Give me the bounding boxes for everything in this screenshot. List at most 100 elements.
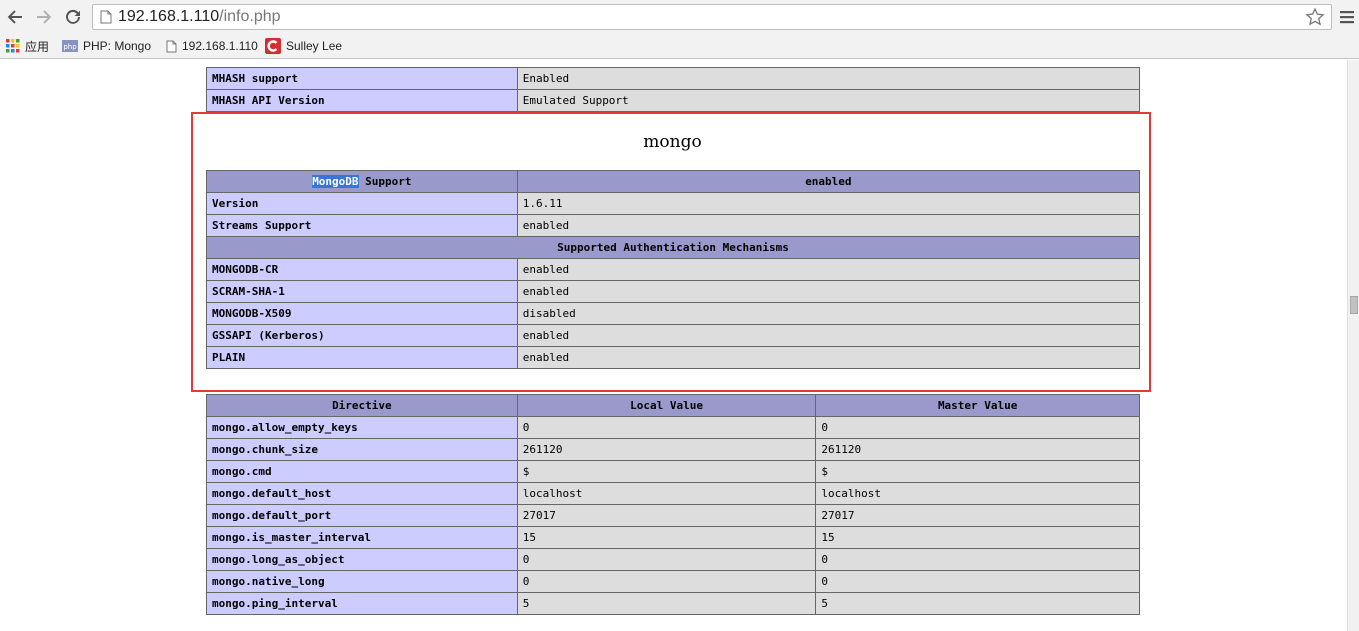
directive-name: MHASH API Version	[206, 89, 518, 112]
bookmark-php-mongo[interactable]: php PHP: Mongo	[62, 37, 151, 55]
directive-name: MONGODB-CR	[206, 258, 518, 281]
header-text: Support	[358, 175, 412, 188]
section-title-mongo: mongo	[643, 132, 702, 152]
svg-text:php: php	[63, 43, 77, 51]
browser-toolbar: 192.168.1.110/info.php	[0, 0, 1359, 34]
menu-button[interactable]	[1336, 6, 1358, 28]
forward-button[interactable]	[32, 5, 56, 29]
bookmark-ip[interactable]: 192.168.1.110	[166, 37, 258, 55]
master-value: 5	[815, 592, 1140, 615]
reload-button[interactable]	[61, 5, 85, 29]
master-value: 15	[815, 526, 1140, 549]
master-value: 261120	[815, 438, 1140, 461]
directive-value: enabled	[516, 346, 1141, 369]
header-cell: MongoDB Support	[206, 170, 518, 193]
back-arrow-icon	[7, 10, 22, 24]
directive-value: enabled	[516, 258, 1141, 281]
master-value: 0	[815, 416, 1140, 439]
table-row: mongo.cmd $ $	[206, 460, 1140, 483]
directive-name: Streams Support	[206, 214, 518, 237]
table-row: mongo.default_host localhost localhost	[206, 482, 1140, 505]
directive-name: MHASH support	[206, 67, 518, 90]
directive-name: mongo.is_master_interval	[206, 526, 518, 549]
url-text[interactable]: 192.168.1.110/info.php	[118, 7, 281, 27]
table-row: MONGODB-CR enabled	[206, 258, 1141, 281]
table-row: mongo.native_long 0 0	[206, 570, 1140, 593]
table-header-row: Directive Local Value Master Value	[206, 394, 1140, 417]
php-icon: php	[62, 40, 78, 52]
table-row: mongo.long_as_object 0 0	[206, 548, 1140, 571]
directive-name: mongo.long_as_object	[206, 548, 518, 571]
local-value: 261120	[516, 438, 817, 461]
header-directive: Directive	[206, 394, 518, 417]
header-master-value: Master Value	[815, 394, 1140, 417]
directive-name: mongo.native_long	[206, 570, 518, 593]
table-header-row: Supported Authentication Mechanisms	[206, 236, 1140, 259]
url-path: /info.php	[219, 8, 281, 25]
address-bar[interactable]: 192.168.1.110/info.php	[92, 4, 1332, 30]
c-logo-icon	[265, 38, 281, 54]
directive-name: MONGODB-X509	[206, 302, 518, 325]
local-value: $	[516, 460, 817, 483]
master-value: 0	[815, 570, 1140, 593]
auth-mechanisms-header: Supported Authentication Mechanisms	[206, 236, 1140, 259]
table-row: MHASH support Enabled	[206, 67, 1141, 90]
directive-name: mongo.default_host	[206, 482, 518, 505]
bookmark-sulley-lee[interactable]: Sulley Lee	[265, 37, 342, 55]
local-value: localhost	[516, 482, 817, 505]
master-value: 0	[815, 548, 1140, 571]
scrollbar-thumb[interactable]	[1350, 296, 1358, 314]
bookmark-apps[interactable]: 应用	[6, 37, 49, 55]
vertical-scrollbar[interactable]	[1347, 60, 1359, 631]
bookmark-star-icon[interactable]	[1305, 7, 1325, 27]
directive-name: Version	[206, 192, 518, 215]
table-row: mongo.allow_empty_keys 0 0	[206, 416, 1140, 439]
directive-value: enabled	[516, 324, 1141, 347]
master-value: $	[815, 460, 1140, 483]
table-row: Streams Support enabled	[206, 214, 1141, 237]
hamburger-menu-icon	[1340, 11, 1354, 24]
header-local-value: Local Value	[516, 394, 817, 417]
directive-value: disabled	[516, 302, 1141, 325]
table-row: mongo.chunk_size 261120 261120	[206, 438, 1140, 461]
table-row: SCRAM-SHA-1 enabled	[206, 280, 1141, 303]
local-value: 0	[516, 570, 817, 593]
table-row: PLAIN enabled	[206, 346, 1141, 369]
directive-name: GSSAPI (Kerberos)	[206, 324, 518, 347]
directive-name: SCRAM-SHA-1	[206, 280, 518, 303]
local-value: 5	[516, 592, 817, 615]
directive-value: enabled	[516, 280, 1141, 303]
directive-name: mongo.default_port	[206, 504, 518, 527]
page-icon	[166, 40, 177, 52]
bookmark-label: Sulley Lee	[286, 39, 343, 53]
mongo-support-table: MongoDB Support enabled Version 1.6.11 S…	[206, 170, 1141, 369]
forward-arrow-icon	[37, 10, 52, 24]
mhash-table: MHASH support Enabled MHASH API Version …	[206, 67, 1141, 112]
page-icon	[100, 10, 112, 24]
directive-value: enabled	[516, 214, 1141, 237]
table-row: Version 1.6.11	[206, 192, 1141, 215]
local-value: 0	[516, 416, 817, 439]
page-viewport: MHASH support Enabled MHASH API Version …	[0, 60, 1347, 631]
directive-name: mongo.cmd	[206, 460, 518, 483]
table-row: mongo.is_master_interval 15 15	[206, 526, 1140, 549]
bookmark-label: PHP: Mongo	[83, 39, 152, 53]
directive-name: mongo.chunk_size	[206, 438, 518, 461]
table-row: mongo.ping_interval 5 5	[206, 592, 1140, 615]
table-row: mongo.default_port 27017 27017	[206, 504, 1140, 527]
local-value: 27017	[516, 504, 817, 527]
reload-icon	[66, 9, 80, 24]
selected-text[interactable]: MongoDB	[312, 175, 359, 188]
local-value: 0	[516, 548, 817, 571]
directive-name: mongo.allow_empty_keys	[206, 416, 518, 439]
directive-name: PLAIN	[206, 346, 518, 369]
table-row: GSSAPI (Kerberos) enabled	[206, 324, 1141, 347]
table-row: MHASH API Version Emulated Support	[206, 89, 1141, 112]
directive-value: Emulated Support	[516, 89, 1141, 112]
url-host: 192.168.1.110	[118, 8, 220, 25]
bookmark-label: 应用	[25, 39, 50, 54]
back-button[interactable]	[3, 5, 27, 29]
table-row: MONGODB-X509 disabled	[206, 302, 1141, 325]
directive-value: 1.6.11	[516, 192, 1141, 215]
apps-grid-icon	[6, 39, 20, 53]
